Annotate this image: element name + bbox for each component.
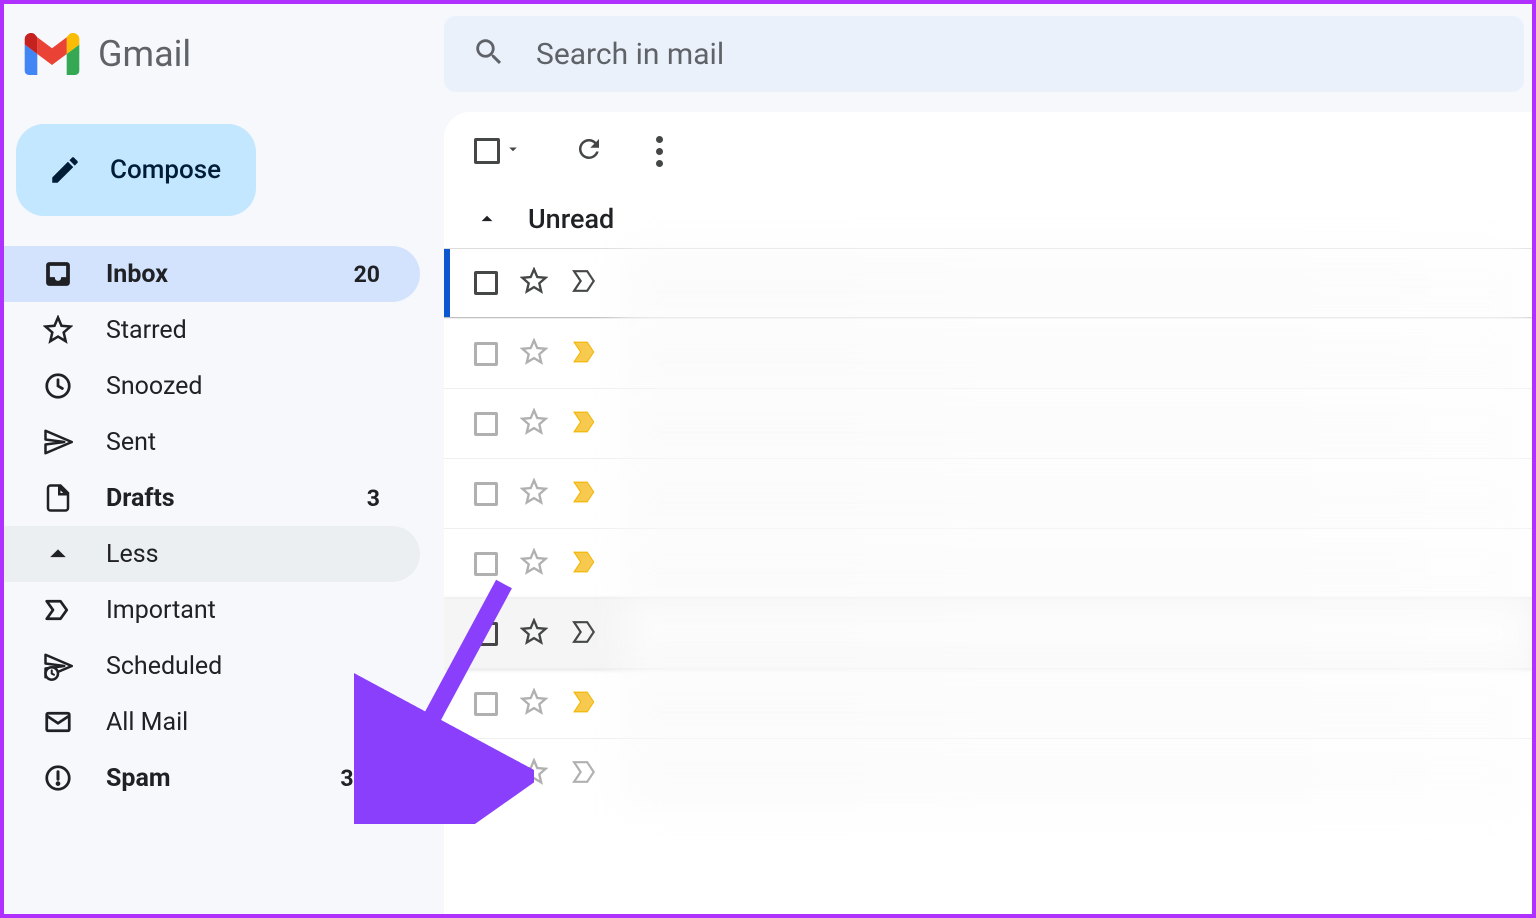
important-icon[interactable] [570,690,600,718]
important-icon[interactable] [570,410,600,438]
dot-icon [656,160,663,167]
important-icon[interactable] [570,480,600,508]
important-icon[interactable] [570,340,600,368]
row-content-blur [622,739,1532,808]
row-checkbox[interactable] [474,412,498,436]
sidebar-item-count: 362 [340,765,380,792]
gmail-logo-icon [24,33,80,75]
chevron-up-icon [474,206,500,232]
draft-icon [42,482,74,514]
star-icon[interactable] [520,758,548,790]
sidebar-item-spam[interactable]: Spam362 [4,750,420,806]
star-icon[interactable] [520,338,548,370]
important-icon[interactable] [570,550,600,578]
section-header[interactable]: Unread [444,190,1532,248]
compose-button[interactable]: Compose [16,124,256,216]
star-icon[interactable] [520,618,548,650]
mail-row[interactable] [444,388,1532,458]
inbox-icon [42,258,74,290]
sidebar-item-label: Less [106,540,380,569]
row-content-blur [622,459,1532,528]
mail-row[interactable] [444,738,1532,808]
row-checkbox[interactable] [474,271,498,295]
section-label: Unread [528,203,614,235]
dot-icon [656,136,663,143]
row-checkbox[interactable] [474,552,498,576]
compose-icon [48,153,82,187]
star-icon[interactable] [520,548,548,580]
sidebar-item-less[interactable]: Less [4,526,420,582]
search-bar[interactable]: Search in mail [444,16,1524,92]
sidebar-item-label: Drafts [106,484,367,513]
sidebar-item-snoozed[interactable]: Snoozed [4,358,420,414]
star-icon[interactable] [520,478,548,510]
star-icon[interactable] [520,408,548,440]
sidebar-item-allmail[interactable]: All Mail [4,694,420,750]
mail-row[interactable] [444,598,1532,668]
row-checkbox[interactable] [474,342,498,366]
sidebar-item-label: Spam [106,764,340,793]
sidebar-item-label: Scheduled [106,652,380,681]
more-menu-button[interactable] [656,136,663,167]
dot-icon [656,148,663,155]
mail-row[interactable] [444,458,1532,528]
sidebar-item-inbox[interactable]: Inbox20 [4,246,420,302]
important-icon[interactable] [570,760,600,788]
row-content-blur [622,319,1532,388]
sidebar-item-starred[interactable]: Starred [4,302,420,358]
sidebar: Compose Inbox20StarredSnoozedSentDrafts3… [4,104,444,914]
search-placeholder: Search in mail [536,37,724,72]
checkbox-icon [474,138,500,164]
row-checkbox[interactable] [474,762,498,786]
sidebar-item-important[interactable]: Important [4,582,420,638]
row-content-blur [622,599,1532,668]
search-icon [472,35,506,73]
header: Gmail Search in mail [4,4,1532,104]
compose-label: Compose [110,155,221,185]
content-pane: Unread [444,112,1532,914]
sidebar-item-count: 3 [367,485,380,512]
star-icon[interactable] [520,688,548,720]
clock-icon [42,370,74,402]
sidebar-item-count: 20 [354,261,380,288]
app-name: Gmail [98,33,191,75]
sidebar-item-label: Important [106,596,380,625]
star-icon [42,314,74,346]
row-content-blur [622,249,1532,317]
sidebar-item-label: Sent [106,428,380,457]
row-checkbox[interactable] [474,622,498,646]
chevron-up-icon [42,538,74,570]
sidebar-item-label: Snoozed [106,372,380,401]
row-content-blur [622,529,1532,598]
sidebar-item-drafts[interactable]: Drafts3 [4,470,420,526]
mail-row[interactable] [444,318,1532,388]
row-content-blur [622,389,1532,458]
important-icon [42,594,74,626]
row-content-blur [622,669,1532,738]
row-checkbox[interactable] [474,692,498,716]
row-checkbox[interactable] [474,482,498,506]
toolbar [444,112,1532,190]
schedule-icon [42,650,74,682]
important-icon[interactable] [570,269,600,297]
important-icon[interactable] [570,620,600,648]
refresh-button[interactable] [574,134,604,168]
dropdown-arrow-icon [504,140,522,162]
mail-row[interactable] [444,668,1532,738]
sidebar-item-label: Inbox [106,260,354,289]
sidebar-item-sent[interactable]: Sent [4,414,420,470]
send-icon [42,426,74,458]
sidebar-item-label: All Mail [106,708,380,737]
logo-wrap: Gmail [24,33,444,75]
select-all-checkbox[interactable] [474,138,522,164]
mail-row[interactable] [444,528,1532,598]
star-icon[interactable] [520,267,548,299]
sidebar-item-label: Starred [106,316,380,345]
spam-icon [42,762,74,794]
mail-row[interactable] [444,248,1532,318]
allmail-icon [42,706,74,738]
sidebar-item-scheduled[interactable]: Scheduled [4,638,420,694]
